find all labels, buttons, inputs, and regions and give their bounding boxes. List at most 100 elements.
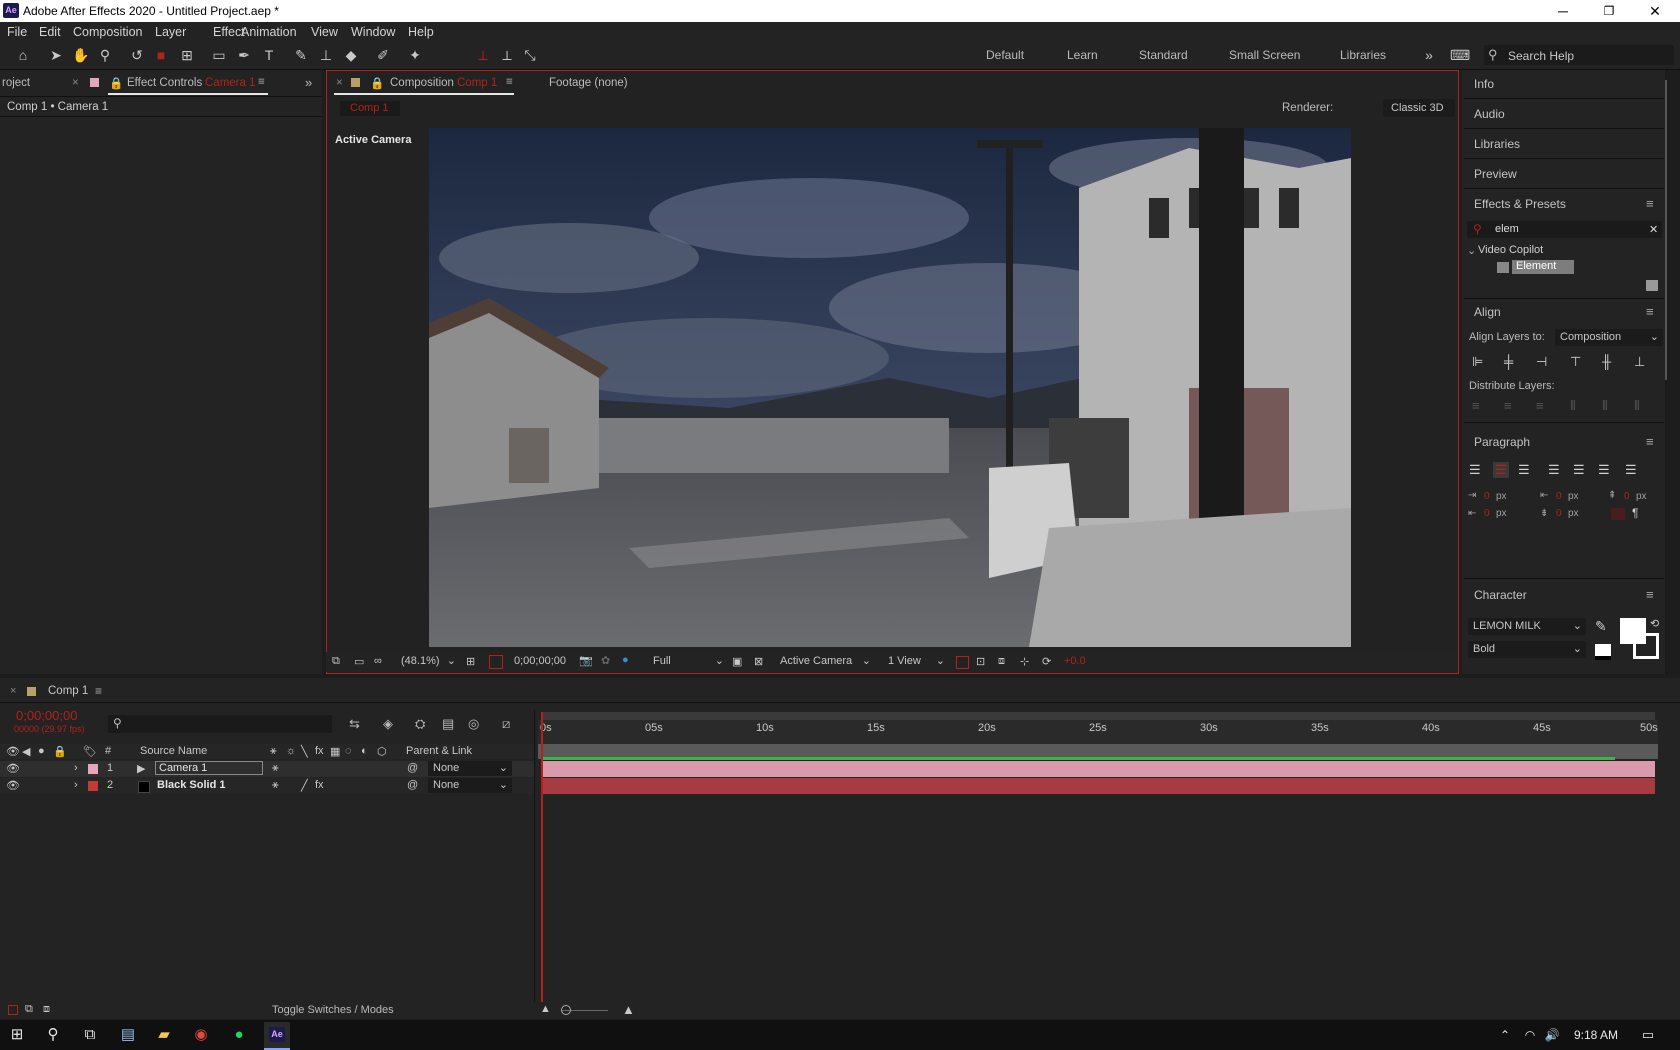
align-to-select[interactable]: Composition ⌄: [1555, 329, 1663, 346]
menu-edit[interactable]: Edit: [39, 25, 61, 39]
local-axis-mode-icon[interactable]: ⟂: [474, 46, 492, 64]
tab-comp-1[interactable]: Comp 1: [48, 685, 88, 697]
panel-expand-icon[interactable]: »: [305, 75, 312, 90]
preview-monitor-icon[interactable]: ▭: [354, 655, 364, 668]
effects-presets-title[interactable]: Effects & Presets: [1474, 197, 1566, 211]
justify-last-right-icon[interactable]: ☰: [1598, 462, 1610, 478]
justify-last-center-icon[interactable]: ☰: [1573, 462, 1585, 478]
flowchart-icon[interactable]: ⊹: [1020, 655, 1029, 668]
layer-duration-bar-solid[interactable]: [543, 778, 1655, 794]
close-tab-icon[interactable]: ×: [336, 77, 343, 89]
audio-switch-icon[interactable]: ◀: [22, 745, 30, 758]
panel-info[interactable]: Info: [1474, 77, 1494, 91]
clear-search-icon[interactable]: ✕: [1649, 223, 1658, 236]
3d-layer-switch-icon[interactable]: ⬡: [377, 745, 387, 758]
close-tab-icon[interactable]: ×: [72, 77, 79, 89]
panel-menu-icon[interactable]: ≡: [1646, 304, 1654, 319]
collapse-switch-icon[interactable]: ☼: [286, 745, 296, 757]
effect-element[interactable]: Element: [1512, 260, 1574, 274]
distribute-bottom-icon[interactable]: ≡: [1536, 398, 1544, 413]
justify-all-icon[interactable]: ☰: [1625, 462, 1637, 478]
shy-layer-icon[interactable]: ⚹: [272, 762, 279, 775]
character-title[interactable]: Character: [1474, 588, 1527, 602]
graph-editor-icon[interactable]: ⧄: [502, 716, 510, 732]
indent-right-value[interactable]: 0: [1484, 508, 1490, 519]
menu-animation[interactable]: Animation: [241, 25, 297, 39]
camera-tool-icon[interactable]: ■: [152, 46, 170, 64]
zoom-slider-handle[interactable]: [561, 1005, 571, 1015]
effects-folder-video-copilot[interactable]: Video Copilot: [1478, 244, 1543, 256]
distribute-right-icon[interactable]: ⦀: [1634, 398, 1640, 414]
zoom-tool-icon[interactable]: ⚲: [96, 46, 114, 64]
zoom-in-icon[interactable]: ▲: [622, 1002, 635, 1017]
view-axis-mode-icon[interactable]: ⤡: [521, 46, 539, 64]
comp-navigator-chip[interactable]: Comp 1: [340, 101, 400, 116]
toggle-transparency-grid-icon[interactable]: ⊠: [754, 655, 763, 668]
minimize-button[interactable]: ─: [1540, 0, 1586, 22]
tab-composition[interactable]: Composition: [390, 77, 454, 89]
tab-footage[interactable]: Footage (none): [549, 77, 628, 89]
fast-previews-icon[interactable]: ⊡: [976, 655, 985, 668]
layer-duration-bar-camera[interactable]: [543, 761, 1655, 777]
workspace-libraries[interactable]: Libraries: [1340, 48, 1386, 62]
default-colors-icon[interactable]: [1595, 644, 1611, 660]
snapshot-history-icon[interactable]: ⧉: [332, 655, 340, 668]
center-text-icon[interactable]: ☰: [1493, 462, 1509, 478]
renderer-select[interactable]: Classic 3D: [1383, 99, 1455, 117]
expand-layer-icon[interactable]: ›: [74, 762, 78, 774]
indent-first-line-value[interactable]: 0: [1556, 491, 1562, 502]
panel-menu-icon[interactable]: ≡: [1646, 196, 1654, 211]
menu-help[interactable]: Help: [408, 25, 434, 39]
panel-libraries[interactable]: Libraries: [1474, 137, 1520, 151]
close-tab-icon[interactable]: ×: [10, 685, 16, 697]
take-snapshot-icon[interactable]: 📷: [579, 654, 593, 667]
current-time-indicator[interactable]: [541, 712, 543, 1002]
spotify-app-icon[interactable]: ●: [229, 1025, 249, 1045]
panel-menu-icon[interactable]: ≡: [95, 684, 102, 698]
taskbar-clock[interactable]: 9:18 AM: [1574, 1028, 1618, 1042]
timeline-search-input[interactable]: ⚲: [108, 715, 332, 733]
workspace-small-screen[interactable]: Small Screen: [1229, 48, 1300, 62]
eraser-tool-icon[interactable]: ◆: [342, 46, 360, 64]
restore-button[interactable]: ❐: [1586, 0, 1632, 22]
windows-start-icon[interactable]: ⊞: [7, 1025, 27, 1045]
tab-effect-controls[interactable]: Effect Controls: [127, 77, 202, 89]
pen-tool-icon[interactable]: ✒: [235, 46, 253, 64]
space-before-value[interactable]: 0: [1624, 491, 1630, 502]
chrome-app-icon[interactable]: ◉: [191, 1025, 211, 1045]
chevron-up-icon[interactable]: ⌃: [1495, 1025, 1515, 1045]
menu-composition[interactable]: Composition: [73, 25, 142, 39]
magnification-select[interactable]: (48.1%) ⌄: [396, 654, 458, 669]
wifi-icon[interactable]: ◠: [1520, 1025, 1540, 1045]
menu-effect[interactable]: Effect: [213, 25, 245, 39]
workspaces-overflow-icon[interactable]: »: [1420, 46, 1438, 64]
align-bottom-icon[interactable]: ⊥: [1634, 354, 1645, 370]
panel-menu-icon[interactable]: ≡: [1646, 434, 1654, 449]
space-after-value[interactable]: 0: [1556, 508, 1562, 519]
menu-layer[interactable]: Layer: [155, 25, 186, 39]
hand-tool-icon[interactable]: ✋: [72, 46, 90, 64]
zoom-out-icon[interactable]: ▲: [540, 1003, 551, 1015]
align-right-icon[interactable]: ⊣: [1536, 354, 1547, 370]
exposure-value[interactable]: +0.0: [1064, 655, 1086, 667]
effects-search-input[interactable]: ⚲ elem ✕: [1467, 221, 1662, 238]
shy-switch-icon[interactable]: ⚹: [270, 745, 277, 758]
quality-icon[interactable]: ╱: [301, 779, 308, 792]
align-horizontal-center-icon[interactable]: ╪: [1504, 354, 1513, 369]
stroke-color-swatch[interactable]: [1633, 633, 1659, 659]
solo-switch-icon[interactable]: ●: [38, 745, 45, 757]
align-vertical-center-icon[interactable]: ╫: [1602, 354, 1611, 369]
taskbar-after-effects[interactable]: Ae: [264, 1022, 290, 1050]
ltr-direction-icon[interactable]: [1611, 508, 1625, 520]
camera-view-select[interactable]: Active Camera ⌄: [775, 654, 873, 669]
type-tool-icon[interactable]: T: [260, 46, 278, 64]
pick-whip-icon[interactable]: @: [407, 762, 418, 774]
swap-colors-icon[interactable]: ⟲: [1650, 617, 1659, 630]
panel-menu-icon[interactable]: ≡: [506, 76, 513, 88]
timeline-current-time[interactable]: 0;00;00;00: [16, 708, 77, 723]
eyedropper-icon[interactable]: ✎: [1595, 618, 1607, 635]
transfer-controls-icon[interactable]: ⧉: [25, 1003, 33, 1016]
font-family-select[interactable]: LEMON MILK ⌄: [1468, 618, 1586, 635]
menu-file[interactable]: File: [7, 25, 27, 39]
label-column-icon[interactable]: 🏷: [83, 745, 97, 758]
